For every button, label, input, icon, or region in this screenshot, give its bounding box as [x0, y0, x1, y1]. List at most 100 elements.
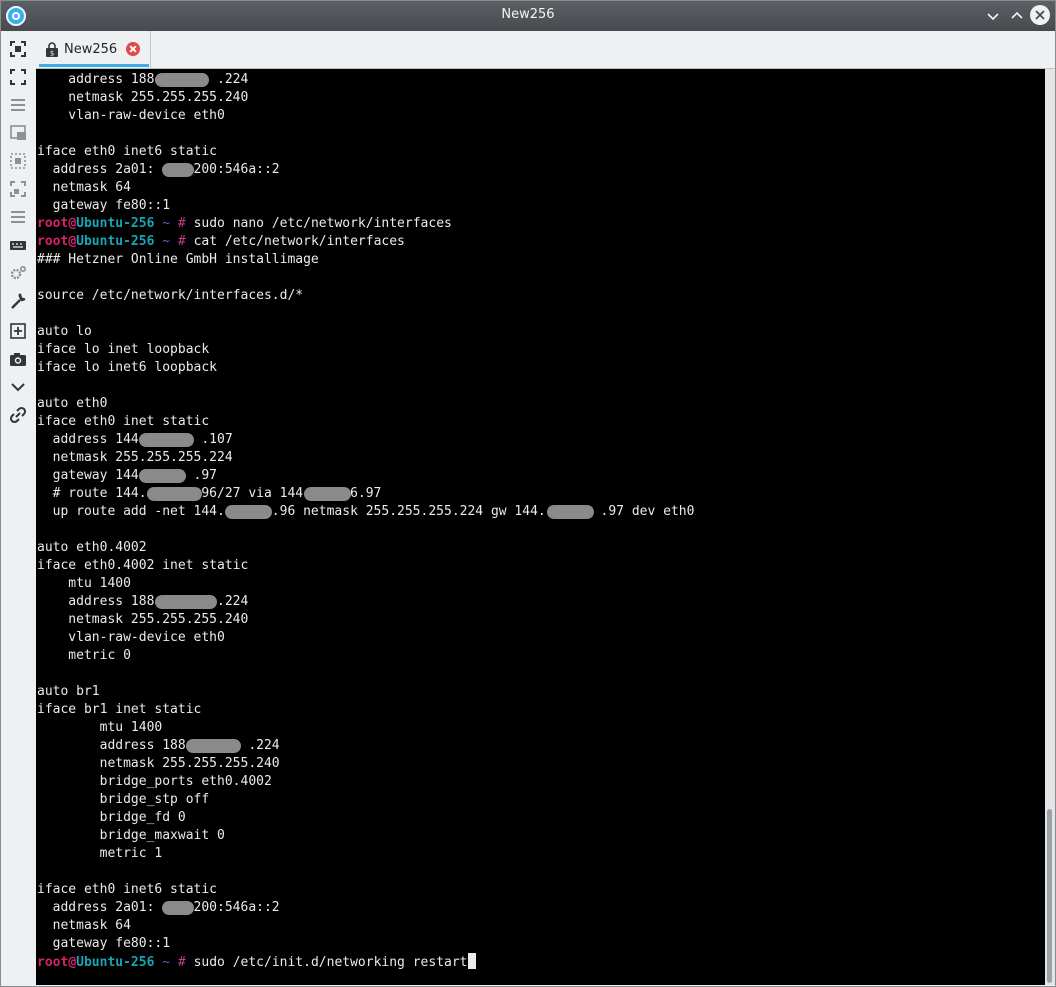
line-text: ### Hetzner Online GmbH installimage — [37, 252, 319, 267]
terminal-line: iface lo inet6 loopback — [37, 359, 1042, 377]
terminal-line: auto eth0.4002 — [37, 539, 1042, 557]
line-text: netmask 255.255.255.240 — [37, 612, 249, 627]
line-text: netmask 64 — [37, 918, 131, 933]
terminal-line: iface eth0.4002 inet static — [37, 557, 1042, 575]
split-dashed-icon[interactable] — [8, 151, 28, 171]
line-text: address 188 .224 — [37, 738, 280, 753]
tab-close-icon[interactable] — [126, 42, 140, 56]
terminal-line: iface br1 inet static — [37, 701, 1042, 719]
line-text: up route add -net 144. .96 netmask 255.2… — [37, 504, 695, 519]
line-text: vlan-raw-device eth0 — [37, 630, 225, 645]
terminal-lines: address 188 .224 netmask 255.255.255.240… — [37, 71, 1042, 971]
redaction-blur — [146, 487, 202, 501]
prompt-hash: # — [177, 216, 186, 231]
line-text: bridge_stp off — [37, 792, 210, 807]
svg-text:$: $ — [50, 50, 54, 58]
line-text: auto eth0.4002 — [37, 540, 147, 555]
prompt-line: root@Ubuntu-256 ~ # sudo /etc/init.d/net… — [37, 953, 1042, 971]
prompt-line: root@Ubuntu-256 ~ # cat /etc/network/int… — [37, 233, 1042, 251]
terminal-line: ### Hetzner Online GmbH installimage — [37, 251, 1042, 269]
prompt-at: @ — [68, 955, 77, 970]
scrollbar-thumb[interactable] — [1047, 809, 1052, 983]
focus-icon[interactable] — [8, 39, 28, 59]
prompt-host: Ubuntu-256 — [76, 234, 155, 249]
menu-lines-icon[interactable] — [8, 95, 28, 115]
active-tab-indicator — [39, 64, 149, 67]
terminal-line: netmask 255.255.255.224 — [37, 449, 1042, 467]
wrench-icon[interactable] — [8, 291, 28, 311]
maximize-icon[interactable] — [1007, 6, 1027, 26]
terminal-line: gateway fe80::1 — [37, 935, 1042, 953]
lock-terminal-icon: $ — [46, 42, 58, 58]
line-text: iface eth0.4002 inet static — [37, 558, 249, 573]
prompt-user: root — [37, 234, 69, 249]
title-bar[interactable]: New256 — [1, 1, 1055, 31]
tab-new256[interactable]: $ New256 — [36, 31, 151, 68]
redaction-blur — [185, 739, 241, 753]
terminal-line: iface eth0 inet6 static — [37, 143, 1042, 161]
left-toolbar — [1, 31, 36, 986]
terminal-line: metric 1 — [37, 845, 1042, 863]
window-panel-icon[interactable] — [8, 123, 28, 143]
new-tab-plus-icon[interactable] — [8, 321, 28, 341]
prompt-tilde: ~ — [162, 234, 171, 249]
line-text: address 2a01: :200:546a::2 — [37, 900, 280, 915]
line-text: metric 0 — [37, 648, 131, 663]
terminal-line: address 188 .224 — [37, 737, 1042, 755]
terminal-line: bridge_ports eth0.4002 — [37, 773, 1042, 791]
line-text: auto br1 — [37, 684, 100, 699]
fullscreen-icon[interactable] — [8, 67, 28, 87]
terminal-line: netmask 64 — [37, 179, 1042, 197]
terminal-output[interactable]: address 188 .224 netmask 255.255.255.240… — [36, 69, 1045, 985]
redaction-blur — [546, 505, 594, 519]
terminal-line: address 2a01: :200:546a::2 — [37, 161, 1042, 179]
line-text: netmask 255.255.255.240 — [37, 90, 249, 105]
terminal-line: vlan-raw-device eth0 — [37, 107, 1042, 125]
line-text: iface eth0 inet6 static — [37, 144, 218, 159]
command-text: sudo /etc/init.d/networking restart — [193, 955, 468, 970]
line-text: gateway fe80::1 — [37, 198, 171, 213]
prompt-user: root — [37, 216, 69, 231]
redaction-blur — [162, 163, 194, 177]
minimize-icon[interactable] — [983, 6, 1003, 26]
terminal-line: bridge_maxwait 0 — [37, 827, 1042, 845]
line-text: address 144 .107 — [37, 432, 233, 447]
command-text: sudo nano /etc/network/interfaces — [193, 216, 452, 231]
settings-gears-icon[interactable] — [8, 263, 28, 283]
line-text: source /etc/network/interfaces.d/* — [37, 288, 304, 303]
terminal-line: iface lo inet loopback — [37, 341, 1042, 359]
line-text: auto eth0 — [37, 396, 108, 411]
chevron-down-icon[interactable] — [8, 377, 28, 397]
tab-bar: $ New256 — [36, 31, 1055, 69]
keyboard-icon[interactable] — [8, 235, 28, 255]
terminal-line: netmask 255.255.255.240 — [37, 755, 1042, 773]
terminal-line: up route add -net 144. .96 netmask 255.2… — [37, 503, 1042, 521]
redaction-blur — [138, 469, 186, 483]
terminal-line: auto br1 — [37, 683, 1042, 701]
split-corner-icon[interactable] — [8, 179, 28, 199]
redaction-blur — [303, 487, 351, 501]
line-text: mtu 1400 — [37, 720, 163, 735]
close-window-icon[interactable] — [1030, 5, 1050, 25]
line-text: netmask 64 — [37, 180, 131, 195]
prompt-line: root@Ubuntu-256 ~ # sudo nano /etc/netwo… — [37, 215, 1042, 233]
scrollbar[interactable] — [1045, 69, 1055, 985]
terminal-line: gateway fe80::1 — [37, 197, 1042, 215]
terminal-line: address 144 .107 — [37, 431, 1042, 449]
camera-icon[interactable] — [8, 349, 28, 369]
line-text: bridge_maxwait 0 — [37, 828, 225, 843]
line-text: gateway fe80::1 — [37, 936, 171, 951]
prompt-host: Ubuntu-256 — [76, 955, 155, 970]
terminal-line: address 2a01: :200:546a::2 — [37, 899, 1042, 917]
terminal-line: # route 144. 96/27 via 144 6.97 — [37, 485, 1042, 503]
line-text: iface lo inet loopback — [37, 342, 210, 357]
list-lines-icon[interactable] — [8, 207, 28, 227]
link-icon[interactable] — [8, 405, 28, 425]
